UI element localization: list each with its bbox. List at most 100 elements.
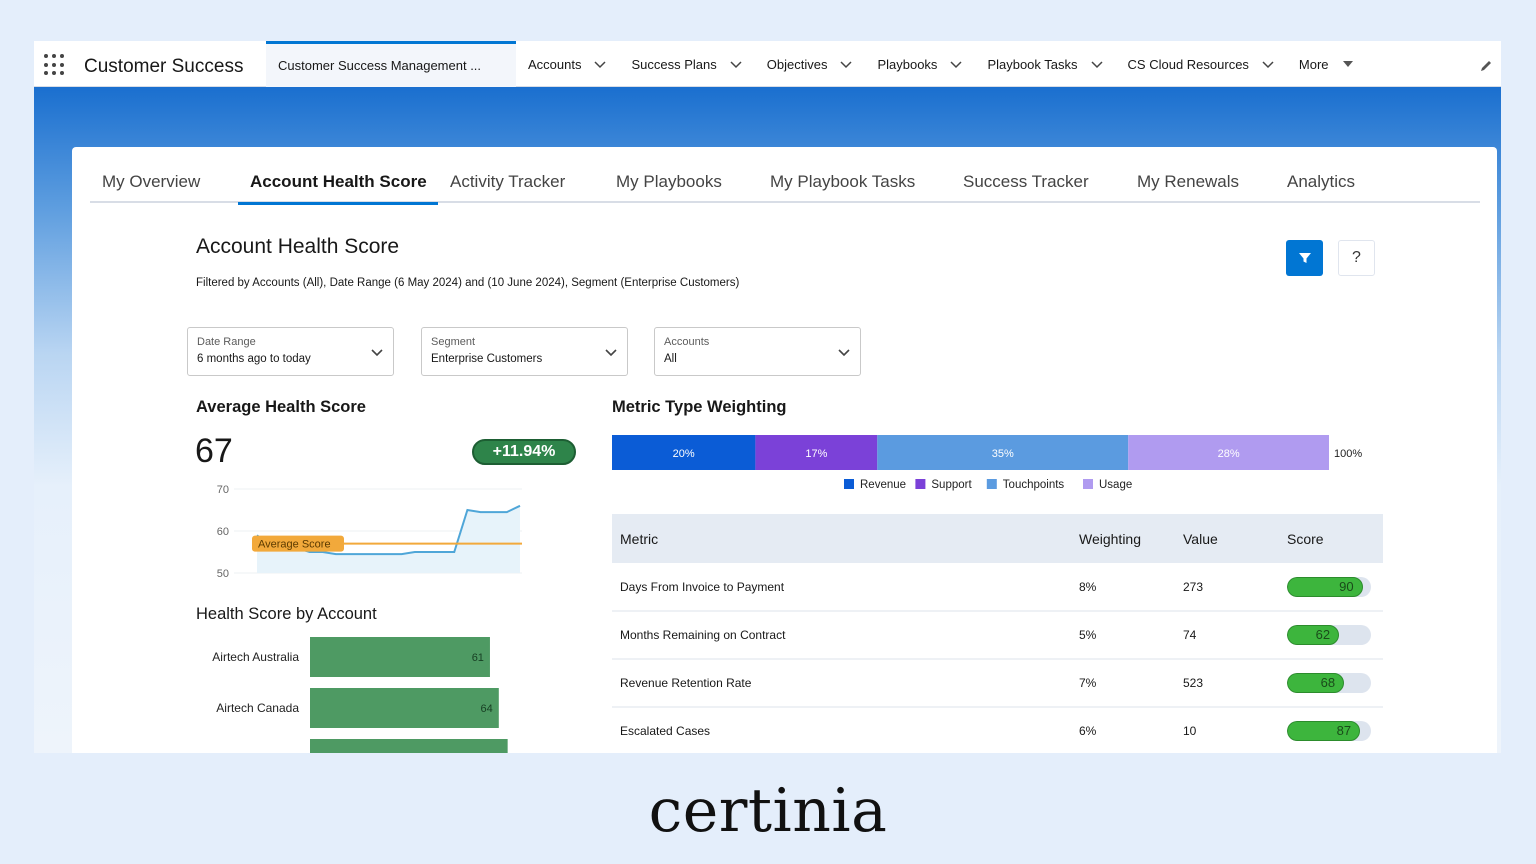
dropdown-value: All [664,353,677,365]
column-header-metric[interactable]: Metric [612,514,1071,563]
subtab-bar: My Overview Account Health Score Activit… [90,147,1480,205]
metric-value: 273 [1175,563,1279,612]
segment-label: 17% [805,448,827,460]
chevron-down-icon[interactable] [949,57,963,71]
metric-value: 74 [1175,611,1279,660]
metric-weighting-chart: 20% 17% 35% 28% 100% Revenue Support Touchpoint… [612,435,1362,491]
health-by-account-bar-chart: Airtech Australia 61 Airtech Canada 64 Merli… [182,637,508,753]
app-name: Customer Success [84,56,244,77]
y-tick-label: 70 [217,484,229,496]
legend-label: Touchpoints [1003,479,1065,491]
average-health-value: 67 [195,432,233,470]
page-title: Account Health Score [196,235,400,258]
metric-score-cell: 62 [1279,611,1383,660]
segment-label: 35% [992,448,1014,460]
chevron-down-icon [605,349,617,357]
segment-select[interactable]: Segment Enterprise Customers [421,327,628,376]
dropdown-label: Date Range [197,336,256,348]
legend-swatch [1083,479,1093,489]
y-tick-label: 50 [217,568,229,580]
table-row: Months Remaining on Contract 5% 74 62 [612,611,1383,660]
account-label: Airtech Australia [212,650,299,664]
metric-score-cell: 87 [1279,707,1383,753]
chevron-down-icon [838,349,850,357]
legend-swatch [915,479,926,489]
tab-my-renewals[interactable]: My Renewals [1125,147,1275,203]
nav-items: Customer Success Management ... × Accoun… [266,41,1365,87]
account-bar[interactable] [310,739,508,753]
nav-more[interactable]: More [1287,41,1365,87]
score-bar: 68 [1287,673,1371,693]
chevron-down-icon[interactable] [839,57,853,71]
chevron-down-icon[interactable] [1090,57,1104,71]
nav-accounts[interactable]: Accounts [516,41,619,87]
metric-score-cell: 90 [1279,563,1383,612]
filter-summary: Filtered by Accounts (All), Date Range (… [196,277,740,289]
tab-my-playbook-tasks[interactable]: My Playbook Tasks [758,147,951,203]
tab-success-tracker[interactable]: Success Tracker [951,147,1125,203]
tab-my-playbooks[interactable]: My Playbooks [604,147,758,203]
chevron-down-icon [371,349,383,357]
legend-label: Support [931,479,972,491]
nav-objectives[interactable]: Objectives [755,41,866,87]
date-range-select[interactable]: Date Range 6 months ago to today [187,327,394,376]
column-header-score[interactable]: Score [1279,514,1383,563]
pencil-icon[interactable] [1479,59,1493,73]
metric-score-cell: 68 [1279,659,1383,708]
metric-table: Metric Weighting Value Score Days From I… [612,514,1383,753]
nav-cs-cloud-resources[interactable]: CS Cloud Resources [1116,41,1287,87]
account-bar[interactable] [310,637,490,677]
legend-label: Revenue [860,479,906,491]
account-label: Airtech Canada [216,701,299,715]
score-fill: 68 [1287,673,1345,693]
metric-name: Revenue Retention Rate [612,659,1071,708]
dropdown-label: Accounts [664,336,710,348]
top-navigation: Customer Success Customer Success Manage… [34,41,1501,87]
chevron-down-icon[interactable] [729,57,743,71]
account-label: Merlin Technologies C... [182,752,299,753]
metric-value: 10 [1175,707,1279,753]
change-badge: +11.94% [472,439,576,465]
nav-label: Accounts [528,56,582,72]
segment-label: 28% [1218,448,1240,460]
dropdown-label: Segment [431,336,476,348]
legend-swatch [844,479,854,489]
certinia-logo: certinia [648,776,888,846]
metric-weighting-title: Metric Type Weighting [612,398,787,416]
nav-tab-customer-success-management[interactable]: Customer Success Management ... × [266,41,516,87]
column-header-weighting[interactable]: Weighting [1071,514,1175,563]
nav-label: CS Cloud Resources [1127,56,1249,72]
metric-weighting: 7% [1071,659,1175,708]
tab-analytics[interactable]: Analytics [1275,147,1385,203]
chevron-down-icon[interactable] [593,57,607,71]
help-button[interactable]: ? [1338,240,1375,276]
tab-activity-tracker[interactable]: Activity Tracker [438,147,604,203]
nav-label: Playbook Tasks [987,56,1078,72]
metric-name: Escalated Cases [612,707,1071,753]
legend-swatch [986,479,997,489]
average-health-title: Average Health Score [196,398,366,416]
chevron-down-icon[interactable] [1261,57,1275,71]
average-score-line-chart: 70 60 50 Average Score [217,484,522,580]
tab-my-overview[interactable]: My Overview [90,147,238,203]
metric-weighting: 8% [1071,563,1175,612]
nav-playbook-tasks[interactable]: Playbook Tasks [975,41,1115,87]
bar-value-label: 64 [481,703,493,715]
table-row: Days From Invoice to Payment 8% 273 90 [612,563,1383,612]
filter-icon [1298,253,1311,263]
caret-down-icon [1342,61,1353,67]
bar-value-label: 61 [472,652,484,664]
score-fill: 90 [1287,576,1363,597]
accounts-select[interactable]: Accounts All [654,327,861,376]
metric-weighting: 5% [1071,611,1175,660]
nav-label: More [1298,56,1329,72]
tab-account-health-score[interactable]: Account Health Score [238,147,438,205]
table-row: Revenue Retention Rate 7% 523 68 [612,659,1383,708]
segment-label: 20% [673,448,695,460]
nav-success-plans[interactable]: Success Plans [619,41,754,87]
filter-button[interactable] [1286,240,1323,276]
nav-playbooks[interactable]: Playbooks [865,41,975,87]
app-launcher-icon[interactable] [44,54,66,76]
column-header-value[interactable]: Value [1175,514,1279,563]
account-bar[interactable] [310,688,499,728]
